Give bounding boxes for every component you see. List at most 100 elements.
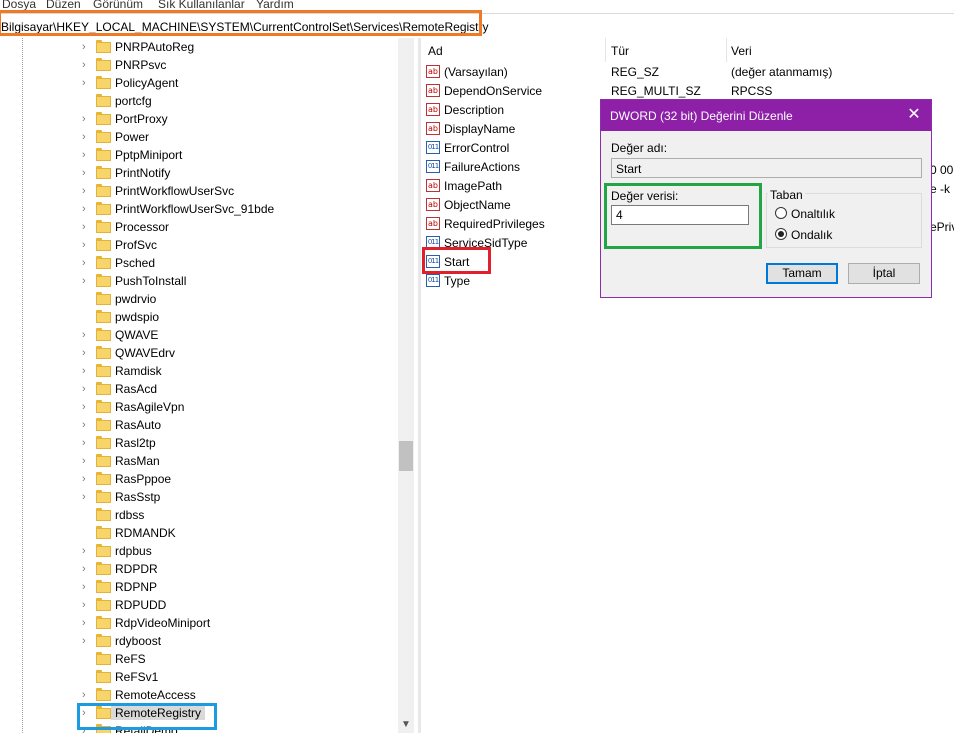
tree-item[interactable]: › RasPppoe bbox=[0, 470, 398, 488]
tree-item-label[interactable]: PushToInstall bbox=[115, 274, 186, 288]
chevron-right-icon[interactable]: › bbox=[82, 275, 92, 287]
tree-item-label[interactable]: PrintNotify bbox=[115, 166, 170, 180]
tree-item[interactable]: › PortProxy bbox=[0, 110, 398, 128]
tree-item-label[interactable]: RasPppoe bbox=[115, 472, 171, 486]
tree-item[interactable]: RDMANDK bbox=[0, 524, 398, 542]
tree-item-label[interactable]: PptpMiniport bbox=[115, 148, 182, 162]
value-row[interactable]: ab (Varsayılan) REG_SZ (değer atanmamış) bbox=[421, 63, 954, 82]
tree-item[interactable]: › Rasl2tp bbox=[0, 434, 398, 452]
chevron-right-icon[interactable]: › bbox=[82, 77, 92, 89]
tree-item[interactable]: › RasAcd bbox=[0, 380, 398, 398]
radio-decimal-label[interactable]: Ondalık bbox=[791, 228, 832, 242]
tree-item-label[interactable]: rdbss bbox=[115, 508, 144, 522]
tree-item-label[interactable]: PrintWorkflowUserSvc bbox=[115, 184, 234, 198]
tree-item[interactable]: › PrintWorkflowUserSvc bbox=[0, 182, 398, 200]
chevron-right-icon[interactable]: › bbox=[82, 419, 92, 431]
chevron-right-icon[interactable]: › bbox=[82, 329, 92, 341]
tree-item[interactable]: portcfg bbox=[0, 92, 398, 110]
tree-item[interactable]: ReFSv1 bbox=[0, 668, 398, 686]
tree-item[interactable]: › RasAgileVpn bbox=[0, 398, 398, 416]
tree-item-label[interactable]: ReFSv1 bbox=[115, 670, 158, 684]
tree-item[interactable]: › PushToInstall bbox=[0, 272, 398, 290]
chevron-right-icon[interactable]: › bbox=[82, 347, 92, 359]
tree-item-label[interactable]: Power bbox=[115, 130, 149, 144]
chevron-right-icon[interactable]: › bbox=[82, 599, 92, 611]
column-header-type[interactable]: Tür bbox=[611, 44, 629, 58]
tree-item-label[interactable]: ReFS bbox=[115, 652, 146, 666]
tree-item[interactable]: › QWAVEdrv bbox=[0, 344, 398, 362]
radio-hexadecimal-label[interactable]: Onaltılık bbox=[791, 207, 835, 221]
tree-item-label[interactable]: RDPNP bbox=[115, 580, 157, 594]
tree-item-label[interactable]: RasAgileVpn bbox=[115, 400, 184, 414]
column-separator[interactable] bbox=[726, 38, 727, 62]
chevron-right-icon[interactable]: › bbox=[82, 581, 92, 593]
column-header-data[interactable]: Veri bbox=[731, 44, 752, 58]
tree-item[interactable]: › rdpbus bbox=[0, 542, 398, 560]
tree-item[interactable]: ReFS bbox=[0, 650, 398, 668]
tree-item-label[interactable]: PNRPAutoReg bbox=[115, 40, 194, 54]
chevron-right-icon[interactable]: › bbox=[82, 185, 92, 197]
tree-item-label[interactable]: pwdspio bbox=[115, 310, 159, 324]
tree-item-label[interactable]: RasAcd bbox=[115, 382, 157, 396]
scrollbar-thumb[interactable] bbox=[399, 441, 413, 471]
chevron-right-icon[interactable]: › bbox=[82, 473, 92, 485]
tree-item-label[interactable]: Processor bbox=[115, 220, 169, 234]
chevron-right-icon[interactable]: › bbox=[82, 401, 92, 413]
tree-item-label[interactable]: PrintWorkflowUserSvc_91bde bbox=[115, 202, 274, 216]
ok-button[interactable]: Tamam bbox=[766, 263, 838, 284]
column-header-name[interactable]: Ad bbox=[428, 44, 443, 58]
tree-item-label[interactable]: Psched bbox=[115, 256, 155, 270]
tree-item[interactable]: › rdyboost bbox=[0, 632, 398, 650]
tree-item[interactable]: › QWAVE bbox=[0, 326, 398, 344]
chevron-right-icon[interactable]: › bbox=[82, 437, 92, 449]
chevron-right-icon[interactable]: › bbox=[82, 563, 92, 575]
chevron-right-icon[interactable]: › bbox=[82, 59, 92, 71]
tree-item-label[interactable]: PolicyAgent bbox=[115, 76, 178, 90]
tree-item-label[interactable]: PortProxy bbox=[115, 112, 168, 126]
tree-item-label[interactable]: PNRPsvc bbox=[115, 58, 166, 72]
tree-item[interactable]: › PNRPAutoReg bbox=[0, 38, 398, 56]
tree-item-label[interactable]: Ramdisk bbox=[115, 364, 162, 378]
tree-item[interactable]: › RDPNP bbox=[0, 578, 398, 596]
tree-scrollbar[interactable]: ▼ bbox=[398, 38, 414, 733]
tree-item-label[interactable]: rdpbus bbox=[115, 544, 152, 558]
tree-item[interactable]: › PNRPsvc bbox=[0, 56, 398, 74]
tree-item[interactable]: › RasMan bbox=[0, 452, 398, 470]
chevron-right-icon[interactable]: › bbox=[82, 41, 92, 53]
scroll-down-arrow-icon[interactable]: ▼ bbox=[401, 719, 411, 730]
tree-item[interactable]: pwdspio bbox=[0, 308, 398, 326]
tree-item[interactable]: › RemoteAccess bbox=[0, 686, 398, 704]
chevron-right-icon[interactable]: › bbox=[82, 257, 92, 269]
tree-item[interactable]: › Power bbox=[0, 128, 398, 146]
tree-item-label[interactable]: QWAVEdrv bbox=[115, 346, 175, 360]
tree-item-label[interactable]: RDMANDK bbox=[115, 526, 176, 540]
tree-item-label[interactable]: rdyboost bbox=[115, 634, 161, 648]
chevron-right-icon[interactable]: › bbox=[82, 131, 92, 143]
chevron-right-icon[interactable]: › bbox=[82, 455, 92, 467]
tree-item-label[interactable]: Rasl2tp bbox=[115, 436, 156, 450]
tree-item[interactable]: rdbss bbox=[0, 506, 398, 524]
tree-item[interactable]: › PolicyAgent bbox=[0, 74, 398, 92]
tree-item[interactable]: › PrintNotify bbox=[0, 164, 398, 182]
column-separator[interactable] bbox=[605, 38, 606, 62]
dialog-title-bar[interactable]: DWORD (32 bit) Değerini Düzenle ✕ bbox=[601, 100, 931, 131]
tree-item[interactable]: › Psched bbox=[0, 254, 398, 272]
chevron-right-icon[interactable]: › bbox=[82, 149, 92, 161]
chevron-right-icon[interactable]: › bbox=[82, 383, 92, 395]
chevron-right-icon[interactable]: › bbox=[82, 221, 92, 233]
tree-item-label[interactable]: RasAuto bbox=[115, 418, 161, 432]
tree-item-label[interactable]: RDPUDD bbox=[115, 598, 166, 612]
tree-item[interactable]: › Ramdisk bbox=[0, 362, 398, 380]
chevron-right-icon[interactable]: › bbox=[82, 365, 92, 377]
chevron-right-icon[interactable]: › bbox=[82, 689, 92, 701]
tree-item[interactable]: › RasSstp bbox=[0, 488, 398, 506]
tree-item[interactable]: › PrintWorkflowUserSvc_91bde bbox=[0, 200, 398, 218]
tree-item-label[interactable]: RDPDR bbox=[115, 562, 158, 576]
close-icon[interactable]: ✕ bbox=[904, 106, 924, 124]
tree-item[interactable]: › RDPUDD bbox=[0, 596, 398, 614]
tree-item-label[interactable]: RdpVideoMiniport bbox=[115, 616, 210, 630]
cancel-button[interactable]: İptal bbox=[848, 263, 920, 284]
tree-item-label[interactable]: pwdrvio bbox=[115, 292, 156, 306]
tree-item[interactable]: › Processor bbox=[0, 218, 398, 236]
radio-hexadecimal[interactable] bbox=[775, 207, 787, 219]
